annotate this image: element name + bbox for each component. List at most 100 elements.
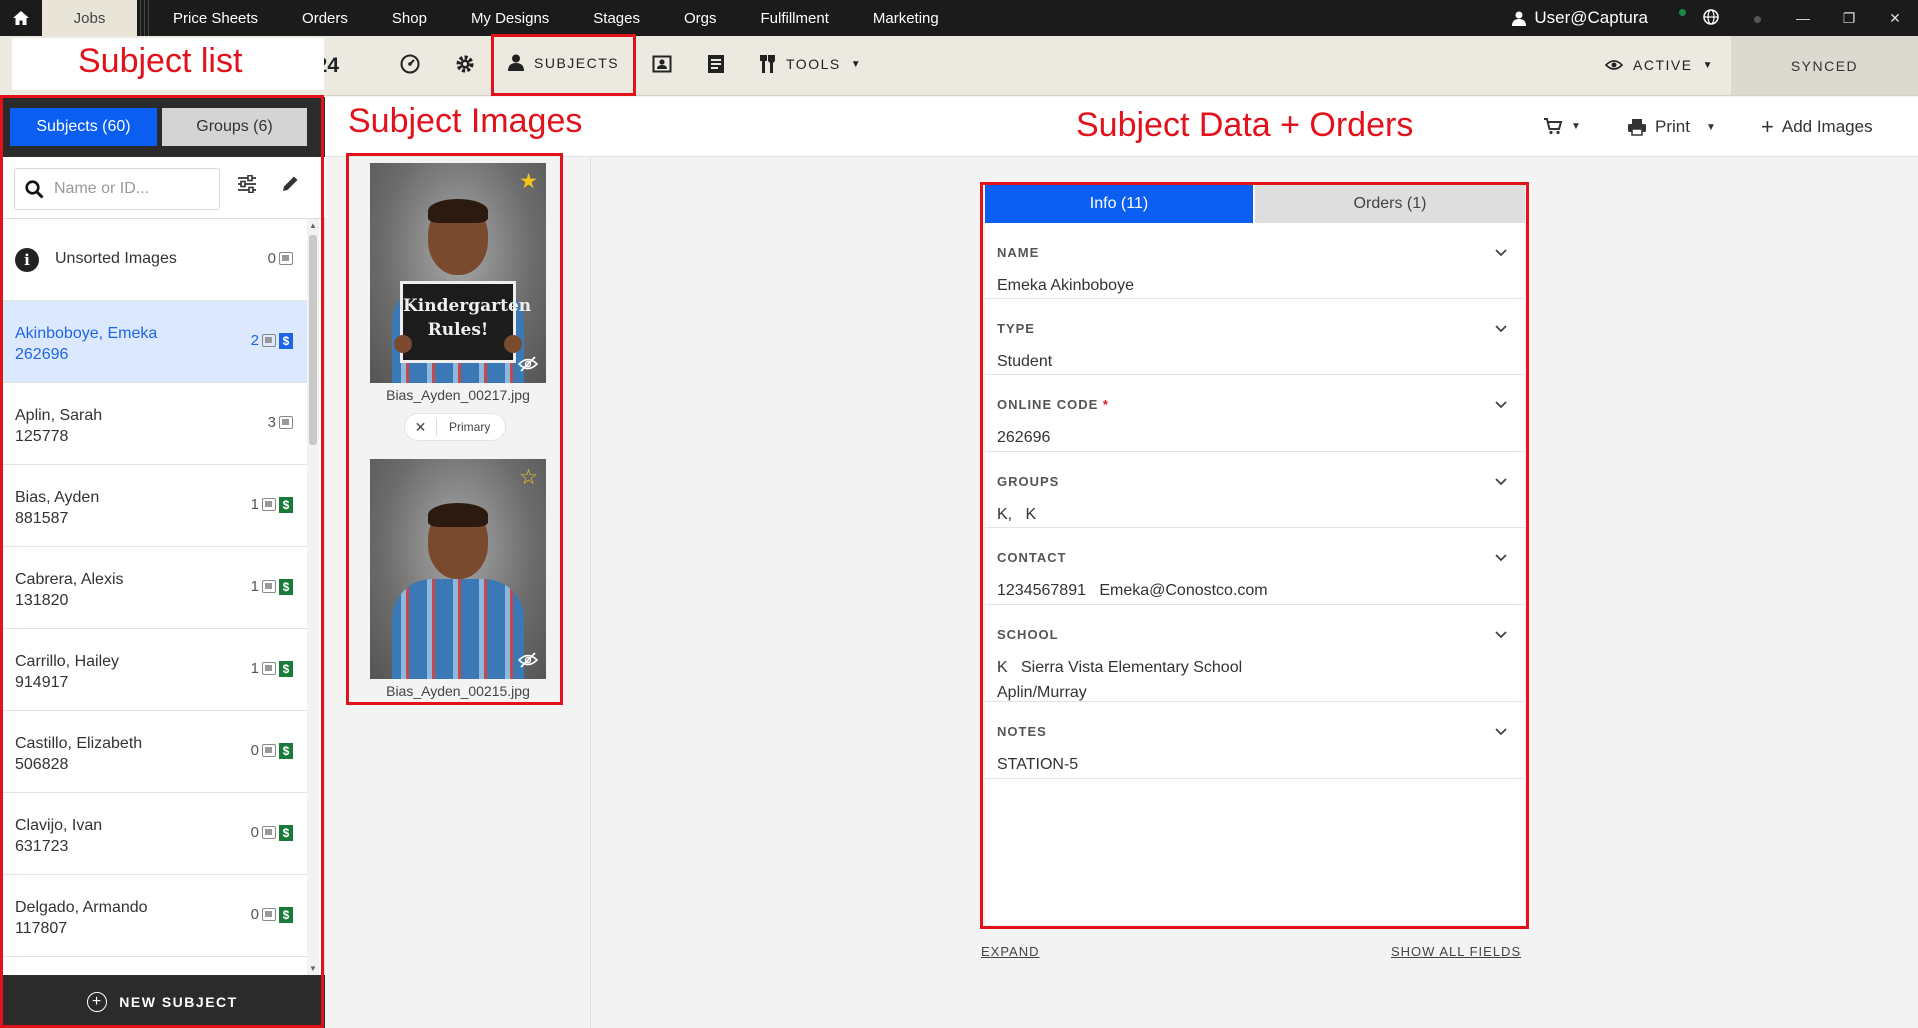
tools-menu-button[interactable]: TOOLS ▼ (760, 54, 862, 74)
filter-button[interactable] (237, 174, 257, 199)
primary-chip[interactable]: ✕ Primary (405, 414, 505, 440)
subject-list-item[interactable]: Akinboboye, Emeka 262696 2 $ (0, 301, 307, 383)
nav-shop[interactable]: Shop (392, 10, 427, 27)
chevron-down-icon[interactable] (1495, 627, 1507, 642)
subject-id: 131820 (15, 592, 69, 609)
nav-price-sheets[interactable]: Price Sheets (173, 10, 258, 27)
subject-photo-1[interactable]: Kindergarten Rules! ★ (370, 163, 546, 383)
show-all-fields-link[interactable]: SHOW ALL FIELDS (1391, 944, 1521, 959)
star-filled-icon[interactable]: ★ (519, 169, 538, 194)
subject-list-item[interactable]: Cabrera, Alexis 131820 1 $ (0, 547, 307, 629)
nav-stages[interactable]: Stages (593, 10, 640, 27)
nav-orders[interactable]: Orders (302, 10, 348, 27)
minimize-icon: — (1796, 10, 1810, 26)
eye-slash-icon[interactable] (517, 652, 539, 673)
chevron-down-icon[interactable] (1495, 474, 1507, 489)
tab-orders[interactable]: Orders (1) (1255, 185, 1525, 223)
image-count: 0 (250, 824, 259, 841)
price-list-button[interactable] (707, 54, 725, 80)
field-name[interactable]: NAME Emeka Akinboboye (985, 223, 1525, 299)
unsorted-count: 0 (268, 250, 293, 267)
subject-name: Cabrera, Alexis (15, 571, 124, 588)
active-filter-button[interactable]: ACTIVE ▼ (1605, 57, 1714, 73)
add-images-button[interactable]: + Add Images (1761, 116, 1873, 138)
tools-label: TOOLS (786, 56, 841, 72)
top-navigation: Jobs Price Sheets Orders Shop My Designs… (0, 0, 1918, 36)
nav-marketing[interactable]: Marketing (873, 10, 939, 27)
subject-list-scrollbar[interactable]: ▲ ▼ (307, 219, 319, 975)
subject-photo-2[interactable]: ☆ (370, 459, 546, 679)
tab-jobs[interactable]: Jobs (42, 0, 137, 36)
nav-orgs[interactable]: Orgs (684, 10, 717, 27)
field-value: Student (997, 353, 1053, 370)
field-notes[interactable]: NOTES STATION-5 (985, 702, 1525, 779)
expand-link[interactable]: EXPAND (981, 944, 1040, 959)
chevron-down-icon[interactable] (1495, 550, 1507, 565)
cart-menu-button[interactable]: ▼ (1543, 117, 1581, 135)
field-contact[interactable]: CONTACT 1234567891 Emeka@Conostco.com (985, 528, 1525, 605)
chevron-down-icon[interactable] (1495, 245, 1507, 260)
home-button[interactable] (0, 0, 42, 36)
field-label: NOTES (997, 724, 1047, 739)
image-icon (262, 580, 276, 593)
dashboard-button[interactable] (400, 54, 420, 80)
chevron-down-icon[interactable] (1495, 724, 1507, 739)
subject-list-item[interactable]: Castillo, Elizabeth 506828 0 $ (0, 711, 307, 793)
new-subject-button[interactable]: + NEW SUBJECT (0, 975, 325, 1028)
subject-name-id: Bias, Ayden 881587 (15, 487, 99, 529)
tab-info[interactable]: Info (11) (985, 185, 1253, 223)
tab-subjects[interactable]: Subjects (60) (10, 108, 157, 146)
photo-content (428, 503, 488, 527)
subject-name: Aplin, Sarah (15, 407, 103, 424)
subject-list-item[interactable]: Bias, Ayden 881587 1 $ (0, 465, 307, 547)
globe-icon (1703, 8, 1719, 25)
scrollbar-thumb[interactable] (309, 235, 317, 445)
user-menu[interactable]: User@Captura (1512, 8, 1648, 28)
unsorted-images-item[interactable]: i Unsorted Images 0 (0, 219, 307, 301)
photo-content (392, 579, 524, 679)
subject-list-item[interactable]: Clavijo, Ivan 631723 0 $ (0, 793, 307, 875)
subject-list-item[interactable]: Carrillo, Hailey 914917 1 $ (0, 629, 307, 711)
eye-slash-icon[interactable] (517, 356, 539, 377)
print-label: Print (1655, 117, 1690, 136)
chevron-down-icon[interactable] (1495, 321, 1507, 336)
subject-list: i Unsorted Images 0 Akinboboye, Emeka 262… (0, 219, 307, 975)
required-asterisk: * (1102, 397, 1109, 412)
photo-content (394, 335, 522, 353)
field-type[interactable]: TYPE Student (985, 299, 1525, 375)
restore-button[interactable]: ❐ (1826, 10, 1872, 27)
globe-button[interactable] (1688, 8, 1734, 28)
search-placeholder: Name or ID... (54, 180, 150, 197)
photo-card-button[interactable] (652, 54, 672, 80)
edit-button[interactable] (281, 175, 299, 199)
field-online-code[interactable]: ONLINE CODE * 262696 (985, 375, 1525, 452)
subject-id: 262696 (15, 346, 69, 363)
field-school[interactable]: SCHOOL K Sierra Vista Elementary School A… (985, 605, 1525, 702)
close-icon[interactable]: ✕ (405, 418, 437, 436)
field-groups[interactable]: GROUPS K, K (985, 452, 1525, 528)
nav-my-designs[interactable]: My Designs (471, 10, 549, 27)
search-input[interactable]: Name or ID... (14, 168, 220, 210)
subject-list-item[interactable]: Delgado, Armando 117807 0 $ (0, 875, 307, 957)
subject-name-id: Aplin, Sarah 125778 (15, 405, 102, 447)
settings-button[interactable] (455, 54, 475, 80)
user-icon (508, 54, 524, 71)
tab-groups[interactable]: Groups (6) (162, 108, 307, 146)
subject-counts: 3 (268, 414, 293, 431)
subject-id: 506828 (15, 756, 69, 773)
sync-status[interactable]: SYNCED (1731, 36, 1918, 95)
search-row: Name or ID... (0, 157, 325, 219)
scroll-down-icon: ▼ (309, 964, 317, 973)
field-value: 262696 (997, 429, 1051, 446)
cart-icon (1544, 118, 1563, 135)
subject-counts: 0 $ (251, 742, 293, 759)
close-button[interactable]: ✕ (1872, 10, 1918, 27)
chevron-down-icon[interactable] (1495, 397, 1507, 412)
print-menu-button[interactable]: Print ▼ (1627, 117, 1716, 137)
nav-fulfillment[interactable]: Fulfillment (761, 10, 829, 27)
minimize-button[interactable]: — (1780, 10, 1826, 26)
field-label-text: NAME (997, 245, 1040, 260)
subjects-button[interactable]: SUBJECTS (508, 54, 619, 71)
subject-list-item[interactable]: Aplin, Sarah 125778 3 (0, 383, 307, 465)
star-outline-icon[interactable]: ☆ (519, 465, 538, 490)
